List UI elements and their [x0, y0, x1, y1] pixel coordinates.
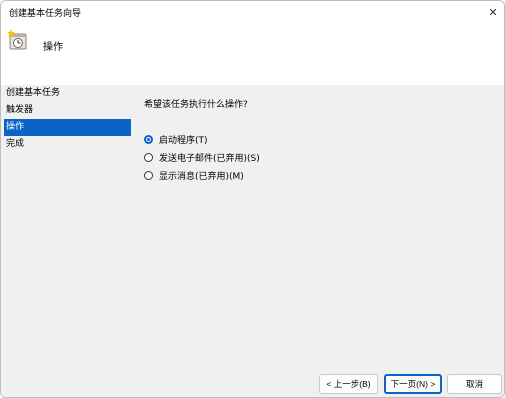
- step-finish[interactable]: 完成: [4, 136, 131, 153]
- action-question: 希望该任务执行什么操作?: [144, 100, 248, 110]
- task-scheduler-icon: [7, 29, 27, 50]
- page-title: 操作: [43, 42, 63, 53]
- wizard-body: 创建基本任务 触发器 操作 完成 希望该任务执行什么操作? 启动程序(T) 发送…: [1, 85, 504, 397]
- option-send-email[interactable]: 发送电子邮件(已弃用)(S): [144, 148, 494, 166]
- step-create-basic-task[interactable]: 创建基本任务: [4, 85, 131, 102]
- start-program-label: 启动程序(T): [159, 135, 208, 146]
- step-action[interactable]: 操作: [4, 119, 131, 136]
- display-message-radio[interactable]: [144, 170, 153, 180]
- title-bar: 创建基本任务向导 ✕: [1, 1, 504, 23]
- start-program-radio[interactable]: [144, 134, 153, 144]
- back-button[interactable]: < 上一步(B): [319, 374, 378, 394]
- step-trigger[interactable]: 触发器: [4, 102, 131, 119]
- option-start-program[interactable]: 启动程序(T): [144, 130, 494, 148]
- step-list: 创建基本任务 触发器 操作 完成: [4, 85, 131, 153]
- button-bar: < 上一步(B) 下一页(N) > 取消: [1, 373, 504, 397]
- action-panel: 希望该任务执行什么操作? 启动程序(T) 发送电子邮件(已弃用)(S) 显示消息…: [144, 97, 494, 184]
- next-button[interactable]: 下一页(N) >: [384, 374, 442, 394]
- window-title: 创建基本任务向导: [9, 9, 82, 19]
- send-email-radio[interactable]: [144, 152, 153, 162]
- close-button[interactable]: ✕: [482, 1, 504, 23]
- option-display-message[interactable]: 显示消息(已弃用)(M): [144, 166, 494, 184]
- cancel-button[interactable]: 取消: [447, 374, 502, 394]
- send-email-label: 发送电子邮件(已弃用)(S): [159, 153, 260, 164]
- wizard-header: 操作: [1, 23, 504, 85]
- close-icon: ✕: [488, 5, 498, 19]
- display-message-label: 显示消息(已弃用)(M): [159, 171, 244, 182]
- wizard-window: 创建基本任务向导 ✕ 操作 创建基本任务 触发器 操作 完成 希望该任务执行什么…: [0, 0, 505, 398]
